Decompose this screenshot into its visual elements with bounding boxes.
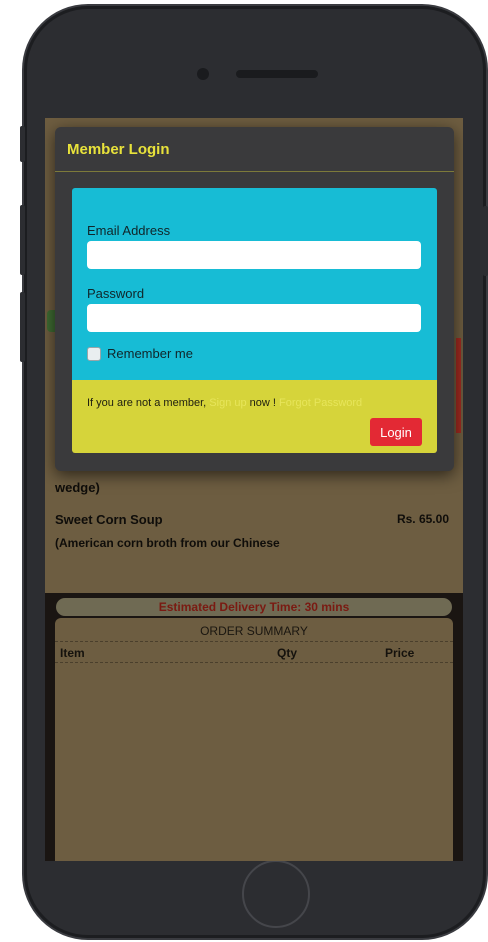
order-summary-header: Item Qty Price [55, 642, 453, 663]
login-footer: If you are not a member, Sign up now ! F… [72, 380, 437, 453]
power-button [483, 206, 488, 276]
order-summary-panel: ORDER SUMMARY Item Qty Price [55, 618, 453, 861]
password-label: Password [87, 286, 145, 301]
signup-prompt: If you are not a member, Sign up now ! F… [87, 397, 362, 409]
remember-me-label: Remember me [107, 346, 193, 361]
menu-item-price: Rs. 65.00 [396, 512, 449, 526]
modal-title: Member Login [67, 141, 170, 158]
signup-prompt-middle: now ! [249, 397, 276, 409]
order-summary-title: ORDER SUMMARY [55, 618, 453, 642]
volume-up-button [20, 205, 25, 275]
delivery-time-banner: Estimated Delivery Time: 30 mins [56, 598, 452, 616]
column-price: Price [385, 646, 415, 660]
menu-list: wedge) Sweet Corn Soup Rs. 65.00 (Americ… [45, 473, 463, 593]
signup-prompt-prefix: If you are not a member, [87, 397, 207, 409]
menu-item-desc: (American corn broth from our Chinese [55, 536, 280, 550]
login-form: Email Address Password Remember me [72, 188, 437, 380]
volume-down-button [20, 292, 25, 362]
column-item: Item [60, 646, 85, 660]
remember-me-checkbox[interactable] [87, 346, 101, 361]
mute-switch [20, 126, 25, 162]
modal-divider [55, 171, 454, 172]
app-screen: wedge) Sweet Corn Soup Rs. 65.00 (Americ… [45, 118, 463, 861]
login-button[interactable]: Login [370, 418, 422, 446]
menu-item-name[interactable]: Sweet Corn Soup [55, 512, 163, 527]
home-button[interactable] [242, 860, 310, 928]
password-input[interactable] [87, 304, 421, 332]
signup-link[interactable]: Sign up [209, 397, 246, 409]
member-login-modal: Member Login Email Address Password Reme… [55, 127, 454, 471]
forgot-password-link[interactable]: Forgot Password [279, 397, 362, 409]
front-camera [197, 68, 209, 80]
menu-item-desc-partial: wedge) [55, 480, 100, 495]
scroll-accent [456, 338, 461, 433]
email-label: Email Address [87, 223, 171, 238]
email-input[interactable] [87, 241, 421, 269]
earpiece-speaker [236, 70, 318, 78]
column-qty: Qty [277, 646, 298, 660]
remember-me-row[interactable]: Remember me [87, 346, 193, 361]
